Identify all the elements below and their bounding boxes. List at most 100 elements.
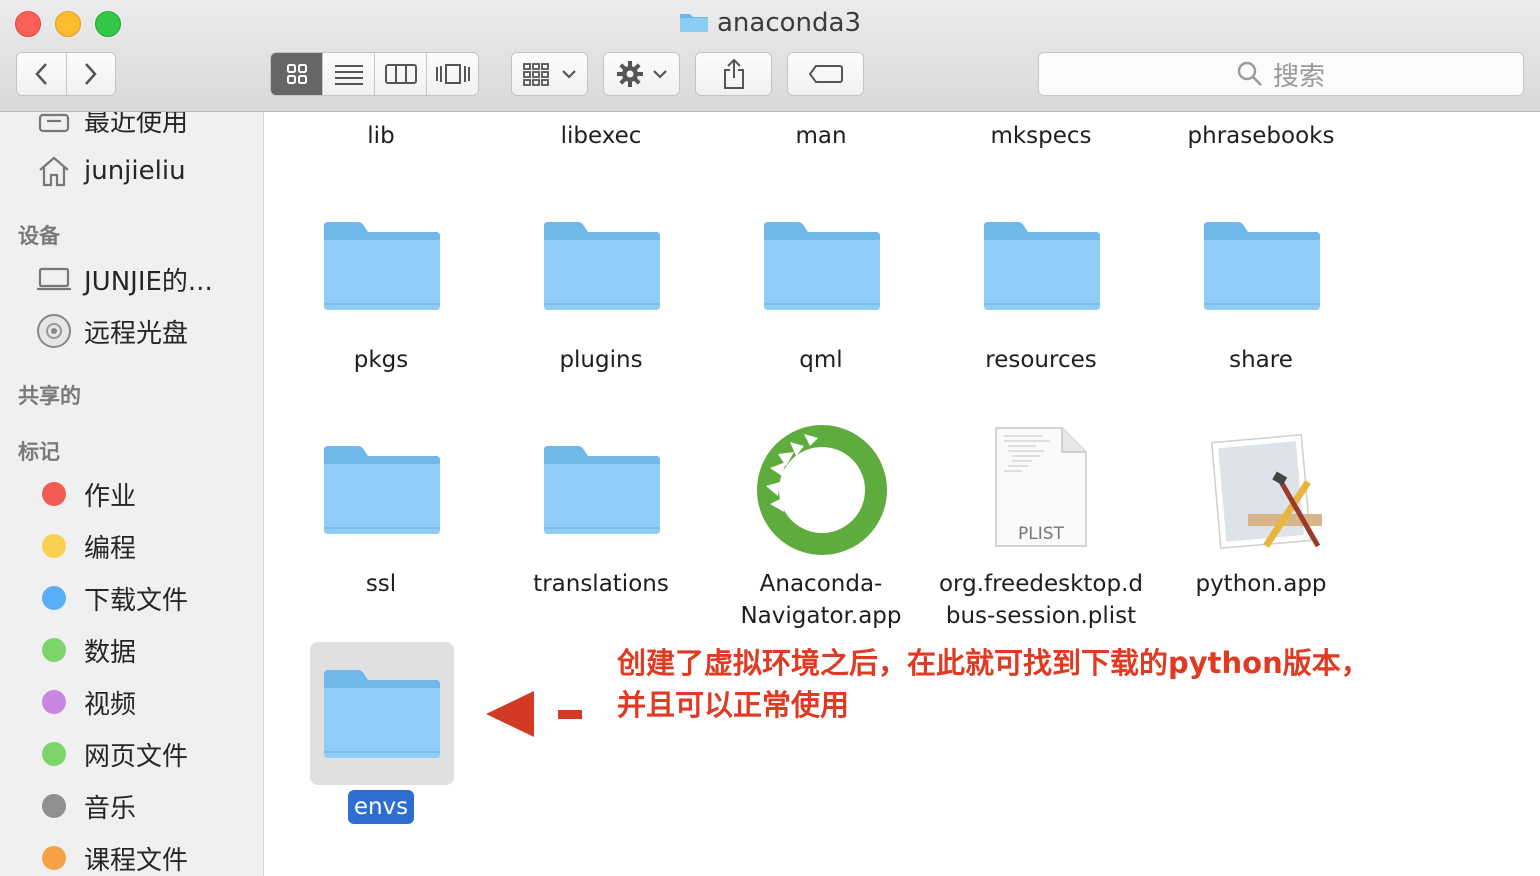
tag-color-dot-icon xyxy=(36,684,72,720)
selected-file-label[interactable]: envs xyxy=(348,790,414,824)
recents-icon xyxy=(36,112,72,138)
sidebar-item-tag[interactable]: 网页文件 xyxy=(36,734,188,774)
gear-icon xyxy=(616,61,643,87)
cover-flow-icon xyxy=(435,64,470,84)
file-label: plugins xyxy=(559,347,643,373)
devices-heading: 设备 xyxy=(18,224,60,248)
file-label-line: org.freedesktop.d xyxy=(938,571,1144,597)
back-button[interactable] xyxy=(17,53,67,95)
column-view-button[interactable] xyxy=(375,53,427,95)
home-icon xyxy=(36,153,72,189)
file-area: lib libexec man mkspecs phrasebooks pkgs plug… xyxy=(264,112,1540,876)
tag-button[interactable] xyxy=(787,52,864,96)
list-view-icon xyxy=(334,65,363,85)
share-icon xyxy=(723,58,744,89)
file-label: pkgs xyxy=(353,347,409,373)
file-label-line: Navigator.app xyxy=(740,603,902,629)
sidebar-item-tag[interactable]: 下载文件 xyxy=(36,578,188,618)
sidebar-item-label: 网页文件 xyxy=(84,741,189,772)
forward-button[interactable] xyxy=(66,53,115,95)
tags-heading: 标记 xyxy=(18,440,60,464)
sidebar-item-label: 视频 xyxy=(84,689,137,720)
window-title: anaconda3 xyxy=(0,8,1540,38)
icon-view-button[interactable] xyxy=(271,53,323,95)
sidebar: 最近使用 junjieliu 设备 JUNJIE的... 远程光盘 共享的 标记… xyxy=(0,112,264,876)
file-label: translations xyxy=(533,571,669,597)
shared-heading: 共享的 xyxy=(18,384,81,408)
nav-buttons xyxy=(16,52,116,96)
sidebar-item-tag[interactable]: 视频 xyxy=(36,682,136,722)
tag-color-dot-icon xyxy=(36,788,72,824)
plist-badge: PLIST xyxy=(1018,524,1064,544)
finder-window: anaconda3 搜索 最近使用 junjieliu 设备 JUNJIE的..… xyxy=(0,0,1540,876)
sidebar-item-remote-disc[interactable]: 远程光盘 xyxy=(36,311,188,351)
file-label[interactable]: lib xyxy=(271,120,491,152)
anaconda-app-icon xyxy=(757,425,887,555)
folder-icon xyxy=(324,222,440,310)
sidebar-item-label: 课程文件 xyxy=(84,845,189,876)
grid-arrange-icon xyxy=(522,63,549,86)
tag-color-dot-icon xyxy=(36,736,72,772)
disc-icon xyxy=(36,313,72,349)
sidebar-item-label: junjieliu xyxy=(84,156,186,186)
action-button[interactable] xyxy=(603,52,680,96)
sidebar-item-label: 音乐 xyxy=(84,793,137,824)
sidebar-item-tag[interactable]: 音乐 xyxy=(36,786,136,826)
sidebar-item-label: 远程光盘 xyxy=(84,318,189,349)
folder-icon xyxy=(324,670,440,758)
file-label: share xyxy=(1229,347,1293,373)
file-label[interactable]: libexec xyxy=(491,120,711,152)
chevron-right-icon xyxy=(84,63,97,85)
window-title-text: anaconda3 xyxy=(716,8,861,38)
sidebar-item-home[interactable]: junjieliu xyxy=(36,151,186,191)
file-label: org.freedesktop.d bus-session.plist xyxy=(931,568,1151,632)
sidebar-item-label: 下载文件 xyxy=(84,585,189,616)
file-label: ssl xyxy=(365,571,397,597)
file-label-line: Anaconda- xyxy=(759,571,883,597)
tag-color-dot-icon xyxy=(36,632,72,668)
folder-icon xyxy=(324,446,440,534)
annotation-line: 创建了虚拟环境之后，在此就可找到下载的python版本， xyxy=(617,646,1370,680)
view-mode-selector xyxy=(270,52,479,96)
sidebar-item-computer[interactable]: JUNJIE的... xyxy=(36,259,213,299)
sidebar-item-tag[interactable]: 作业 xyxy=(36,474,136,514)
file-label: Anaconda- Navigator.app xyxy=(711,568,931,632)
sidebar-item-label: 编程 xyxy=(84,533,137,564)
folder-icon xyxy=(544,446,660,534)
tag-color-dot-icon xyxy=(36,528,72,564)
file-label[interactable]: man xyxy=(711,120,931,152)
file-label: resources xyxy=(985,347,1097,373)
file-label-line: bus-session.plist xyxy=(945,603,1137,629)
tag-color-dot-icon xyxy=(36,840,72,876)
laptop-icon xyxy=(36,261,72,297)
file-label: qml xyxy=(799,347,843,373)
toolbar: anaconda3 搜索 xyxy=(0,0,1540,112)
tag-icon xyxy=(808,65,843,83)
sidebar-item-tag[interactable]: 课程文件 xyxy=(36,838,188,876)
chevron-down-icon xyxy=(561,70,576,79)
file-label[interactable]: mkspecs xyxy=(931,120,1151,152)
annotation-line: 并且可以正常使用 xyxy=(617,688,850,722)
folder-icon xyxy=(984,222,1100,310)
tag-color-dot-icon xyxy=(36,580,72,616)
search-field[interactable]: 搜索 xyxy=(1038,52,1524,96)
sidebar-item-tag[interactable]: 数据 xyxy=(36,630,136,670)
folder-icon xyxy=(1204,222,1320,310)
python-app-icon xyxy=(1210,433,1322,550)
list-view-button[interactable] xyxy=(323,53,375,95)
cover-flow-button[interactable] xyxy=(427,53,478,95)
sidebar-item-recents[interactable]: 最近使用 xyxy=(36,112,188,140)
arrange-button[interactable] xyxy=(511,52,588,96)
icon-view-icon xyxy=(286,64,307,84)
annotation-note: 创建了虚拟环境之后，在此就可找到下载的python版本， 并且可以正常使用 xyxy=(617,642,1370,726)
sidebar-item-tag[interactable]: 编程 xyxy=(36,526,136,566)
file-label[interactable]: phrasebooks xyxy=(1151,120,1371,152)
chevron-left-icon xyxy=(35,63,48,85)
sidebar-item-label: 作业 xyxy=(84,481,137,512)
chevron-down-icon xyxy=(652,70,667,79)
tag-color-dot-icon xyxy=(36,476,72,512)
folder-icon xyxy=(544,222,660,310)
share-button[interactable] xyxy=(695,52,772,96)
search-placeholder: 搜索 xyxy=(1272,61,1325,92)
sidebar-item-label: 最近使用 xyxy=(84,112,189,138)
